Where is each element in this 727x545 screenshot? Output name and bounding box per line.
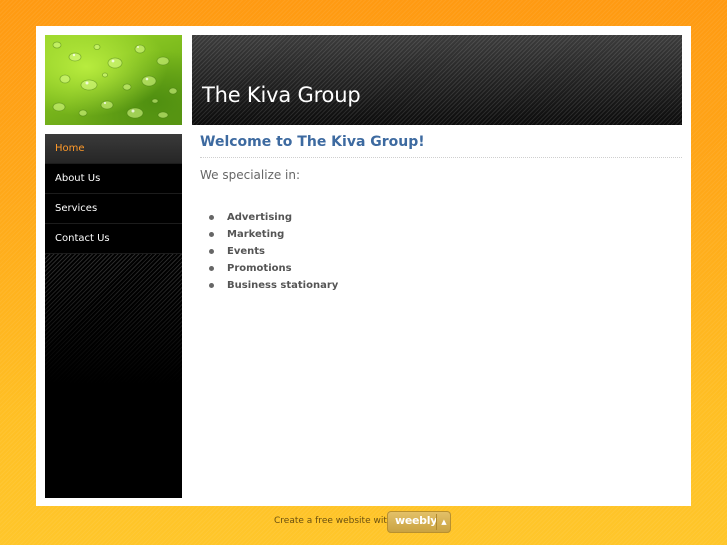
bullet-icon [209, 232, 214, 237]
intro-text: We specialize in: [200, 168, 301, 182]
service-label: Business stationary [227, 280, 339, 291]
footer-text: Create a free website with [274, 516, 393, 526]
water-drops-graphic [52, 41, 178, 119]
nav-item-home[interactable]: Home [45, 134, 182, 164]
bullet-icon [209, 249, 214, 254]
service-label: Advertising [227, 212, 292, 223]
welcome-heading: Welcome to The Kiva Group! [200, 134, 425, 150]
service-item-advertising: Advertising [200, 209, 682, 226]
service-item-business-stationary: Business stationary [200, 277, 682, 294]
sidebar-pattern [45, 254, 182, 384]
chevron-up-icon[interactable]: ▲ [438, 515, 450, 529]
header-banner: The Kiva Group [192, 35, 682, 125]
leaf-image [45, 35, 182, 125]
nav-item-services[interactable]: Services [45, 194, 182, 224]
service-item-promotions: Promotions [200, 260, 682, 277]
nav-item-contact-us[interactable]: Contact Us [45, 224, 182, 254]
service-label: Marketing [227, 229, 285, 240]
badge-divider [436, 514, 437, 530]
footer: Create a free website with weebly ▲ [0, 511, 727, 533]
nav-list: Home About Us Services Contact Us [45, 134, 182, 254]
bullet-icon [209, 266, 214, 271]
bullet-icon [209, 283, 214, 288]
main-content: Welcome to The Kiva Group! We specialize… [200, 134, 682, 294]
service-item-events: Events [200, 243, 682, 260]
weebly-logo: weebly [395, 514, 438, 527]
service-label: Events [227, 246, 265, 257]
service-item-marketing: Marketing [200, 226, 682, 243]
bullet-icon [209, 215, 214, 220]
services-list: Advertising Marketing Events Promotions … [200, 209, 682, 294]
weebly-badge-button[interactable]: weebly ▲ [387, 511, 451, 533]
service-label: Promotions [227, 263, 292, 274]
nav-item-about-us[interactable]: About Us [45, 164, 182, 194]
site-title: The Kiva Group [202, 83, 361, 107]
sidebar-nav: Home About Us Services Contact Us [45, 134, 182, 498]
heading-divider [200, 157, 682, 158]
